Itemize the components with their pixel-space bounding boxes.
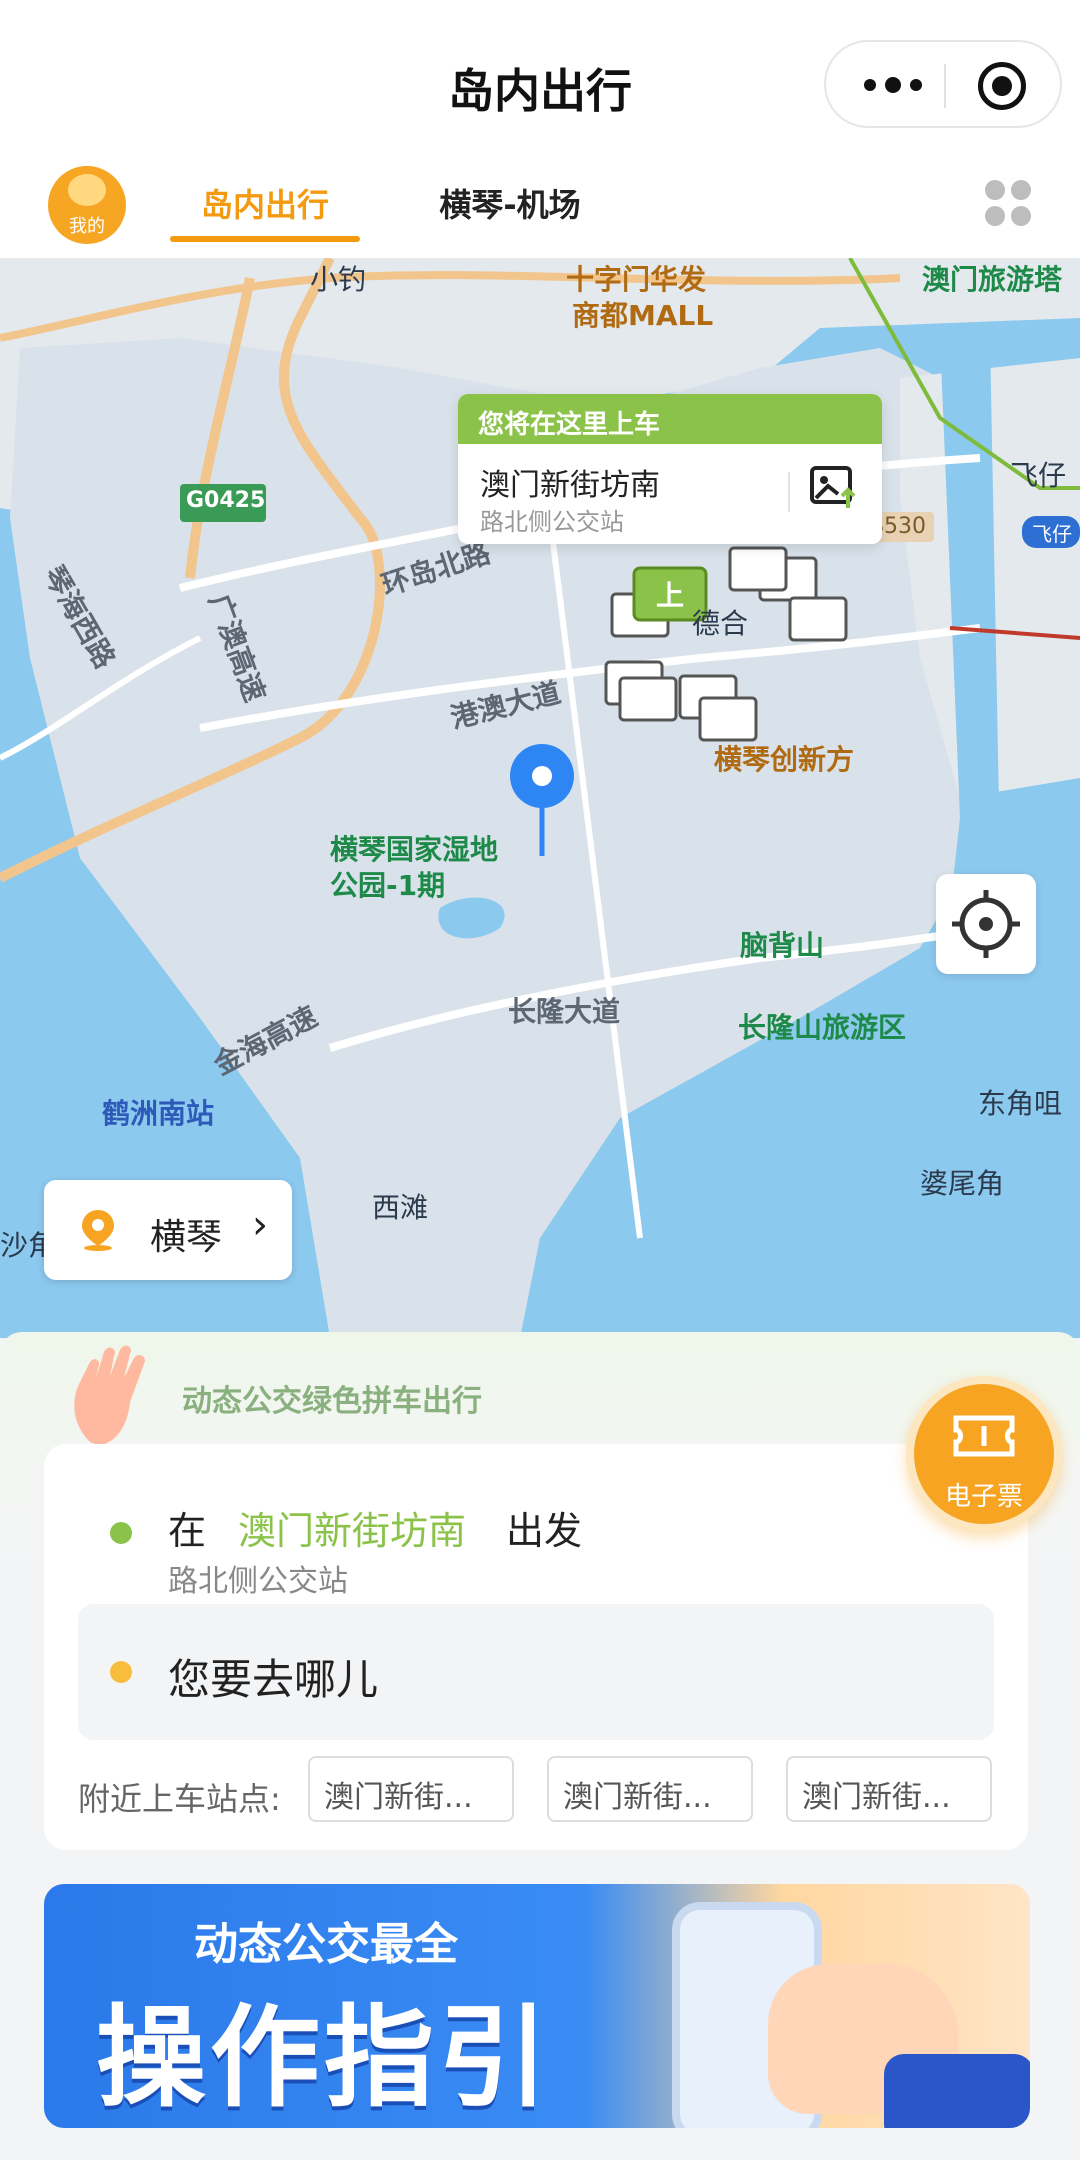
banner-subtitle: 动态公交最全 xyxy=(194,1919,458,1970)
map-label-fei-badge: 飞仔 xyxy=(1032,522,1072,546)
ticket-icon xyxy=(953,1415,1015,1457)
origin-suffix: 出发 xyxy=(506,1509,583,1553)
map-label-macau-tour: 澳门旅游塔 xyxy=(922,263,1063,296)
nearby-stations-label: 附近上车站点: xyxy=(78,1780,281,1818)
map-label-wetland-l2: 公园-1期 xyxy=(330,869,446,902)
map-label-xitan: 西滩 xyxy=(372,1191,429,1224)
map-label-xiaodiao: 小钓 xyxy=(310,263,367,296)
map-label-up-marker: 上 xyxy=(656,579,685,612)
map-view[interactable]: 小钓 十字门华发 商都MALL 澳门旅游塔 飞仔 飞仔 G0425 S530 琴… xyxy=(0,258,1080,1338)
bottom-panel: 动态公交绿色拼车出行 在 澳门新街坊南 出发 路北侧公交站 您要去哪儿 附近上车… xyxy=(0,1332,1080,2160)
map-label-changlong-park: 长隆山旅游区 xyxy=(738,1011,907,1044)
tab-bar: 我的 岛内出行 横琴-机场 xyxy=(0,160,1080,258)
tab-island-travel[interactable]: 岛内出行 xyxy=(170,180,360,226)
map-label-chuangxin: 横琴创新方 xyxy=(714,743,855,776)
crosshair-icon xyxy=(952,890,1020,958)
tab-active-indicator xyxy=(170,236,360,242)
avatar-label: 我的 xyxy=(69,216,105,237)
my-avatar-button[interactable]: 我的 xyxy=(48,166,126,244)
city-selector[interactable]: 横琴 › xyxy=(44,1180,292,1280)
pickup-bubble-sub: 路北侧公交站 xyxy=(480,508,624,536)
pickup-bubble[interactable]: 您将在这里上车 澳门新街坊南 路北侧公交站 xyxy=(458,394,882,544)
pickup-bubble-station: 澳门新街坊南 xyxy=(480,468,660,503)
route-card: 在 澳门新街坊南 出发 路北侧公交站 您要去哪儿 附近上车站点: 澳门新街...… xyxy=(44,1444,1028,1850)
map-label-dehe: 德合 xyxy=(692,607,749,640)
map-label-mall-line1: 十字门华发 xyxy=(566,263,707,296)
slogan-text: 动态公交绿色拼车出行 xyxy=(182,1384,482,1419)
station-photo-icon[interactable] xyxy=(808,460,860,512)
chevron-right-icon: › xyxy=(252,1202,268,1248)
origin-dot-icon xyxy=(110,1522,132,1544)
nearby-station-chip[interactable]: 澳门新街... xyxy=(786,1756,992,1822)
map-label-g0425: G0425 xyxy=(186,488,266,513)
more-menu-icon[interactable] xyxy=(848,60,938,110)
origin-station[interactable]: 澳门新街坊南 xyxy=(238,1500,466,1555)
map-label-changlong-rd: 长隆大道 xyxy=(508,995,621,1028)
map-label-hezhou: 鹤洲南站 xyxy=(102,1097,215,1130)
miniapp-capsule xyxy=(824,40,1062,128)
map-label-naobei: 脑背山 xyxy=(740,929,825,962)
location-pin-icon xyxy=(82,1210,114,1251)
destination-placeholder: 您要去哪儿 xyxy=(168,1655,379,1704)
nearby-station-chip[interactable]: 澳门新街... xyxy=(308,1756,514,1822)
city-name: 横琴 xyxy=(150,1217,223,1258)
e-ticket-label: 电子票 xyxy=(944,1482,1023,1512)
capsule-divider xyxy=(944,64,946,108)
pickup-bubble-header: 您将在这里上车 xyxy=(458,394,882,444)
banner-title: 操作指引 xyxy=(96,1994,552,2122)
map-label-fei: 飞仔 xyxy=(1010,459,1067,492)
e-ticket-button[interactable]: 电子票 xyxy=(906,1376,1062,1532)
map-label-mall-line2: 商都MALL xyxy=(572,299,714,332)
waving-hand-icon xyxy=(74,1345,145,1446)
map-label-dongjiao: 东角咀 xyxy=(978,1087,1063,1120)
pickup-bubble-divider xyxy=(788,472,790,512)
destination-dot-icon xyxy=(110,1661,132,1683)
guide-banner[interactable]: 动态公交最全 操作指引 xyxy=(44,1884,1030,2128)
sleeve-illustration xyxy=(884,2054,1030,2128)
nearby-station-chip[interactable]: 澳门新街... xyxy=(547,1756,753,1822)
nav-header: 岛内出行 xyxy=(0,0,1080,160)
map-label-louwei: 婆尾角 xyxy=(920,1167,1005,1200)
locate-me-button[interactable] xyxy=(936,874,1036,974)
origin-prefix: 在 xyxy=(168,1509,207,1553)
tab-hengqin-airport[interactable]: 横琴-机场 xyxy=(410,180,610,226)
grid-menu-icon[interactable] xyxy=(985,180,1031,226)
close-miniapp-icon[interactable] xyxy=(978,62,1026,110)
map-label-wetland-l1: 横琴国家湿地 xyxy=(330,833,499,866)
avatar-face-icon xyxy=(68,174,106,206)
destination-input[interactable]: 您要去哪儿 xyxy=(78,1604,994,1740)
origin-sub: 路北侧公交站 xyxy=(168,1564,348,1599)
